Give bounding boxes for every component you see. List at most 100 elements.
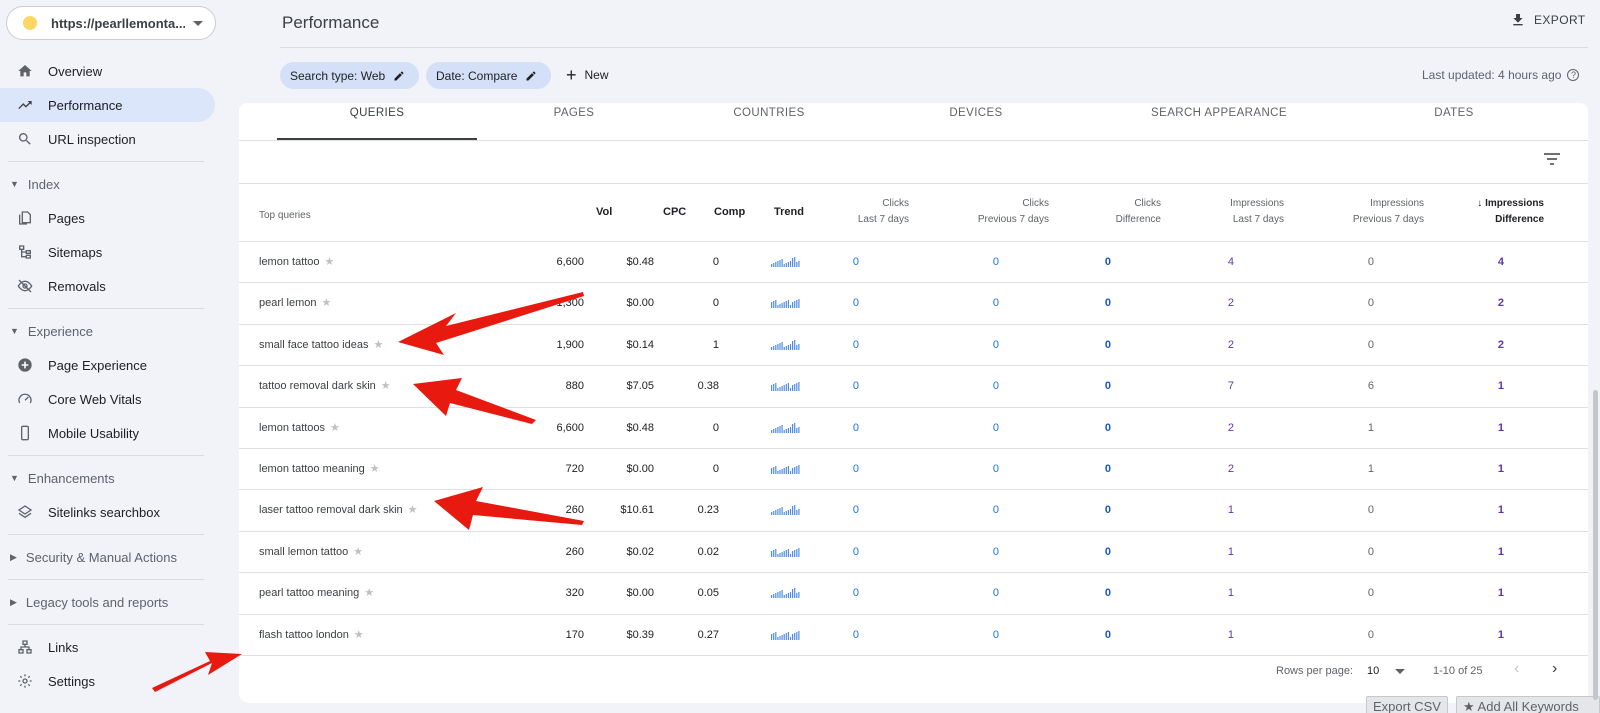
- col-header-impressions-previous[interactable]: Impressions Previous 7 days: [1314, 196, 1424, 228]
- sidebar-item-label: Overview: [48, 63, 103, 79]
- star-icon[interactable]: ★: [381, 380, 391, 392]
- cell-cl: 0: [852, 628, 859, 641]
- table-row[interactable]: pearl tattoo meaning ★ 320 $0.00 0.05 0 0 0 1 0 1: [239, 573, 1588, 615]
- star-icon[interactable]: ★: [354, 629, 364, 641]
- star-icon[interactable]: ★: [373, 339, 383, 351]
- col-header-comp[interactable]: Comp: [714, 204, 745, 220]
- cell-cp: 0: [992, 587, 999, 600]
- col-header-text: Impressions: [1485, 198, 1544, 209]
- sidebar-item-label: Core Web Vitals: [48, 391, 142, 407]
- sidebar-item-mobile-usability[interactable]: Mobile Usability: [0, 416, 215, 450]
- chevron-left-icon[interactable]: ‹: [1514, 660, 1519, 678]
- speed-gauge-icon: [16, 390, 34, 408]
- export-csv-button[interactable]: Export CSV: [1366, 696, 1448, 713]
- sidebar-item-removals[interactable]: Removals: [0, 269, 215, 303]
- section-experience[interactable]: ▼ Experience: [0, 314, 220, 348]
- query-cell[interactable]: lemon tattoos ★: [259, 408, 340, 449]
- cell-id: 1: [1497, 462, 1504, 475]
- star-icon[interactable]: ★: [364, 587, 374, 599]
- col-header-cpc[interactable]: CPC: [663, 204, 686, 220]
- star-icon[interactable]: ★: [330, 422, 340, 434]
- col-header-query[interactable]: Top queries: [259, 208, 311, 224]
- sidebar-item-sitelinks-searchbox[interactable]: Sitelinks searchbox: [0, 495, 215, 529]
- cell-cp: 0: [992, 628, 999, 641]
- table-row[interactable]: small lemon tattoo ★ 260 $0.02 0.02 0 0 0 1 0 1: [239, 532, 1588, 574]
- section-label: Enhancements: [27, 470, 115, 486]
- tab-search-appearance[interactable]: SEARCH APPEARANCE: [1119, 107, 1319, 119]
- section-security[interactable]: ▶ Security & Manual Actions: [0, 540, 220, 574]
- sidebar-item-sitemaps[interactable]: Sitemaps: [0, 235, 215, 269]
- table-row[interactable]: flash tattoo london ★ 170 $0.39 0.27 0 0 0 1 0 1: [239, 615, 1588, 656]
- sidebar-item-overview[interactable]: Overview: [0, 54, 215, 88]
- col-header-impressions-difference[interactable]: ↓ Impressions Difference: [1434, 196, 1544, 228]
- table-row[interactable]: laser tattoo removal dark skin ★ 260 $10.61…: [239, 490, 1588, 532]
- star-icon[interactable]: ★: [370, 463, 380, 475]
- col-header-clicks-last[interactable]: Clicks Last 7 days: [799, 196, 909, 228]
- cell-cp: 0: [992, 462, 999, 475]
- sidebar-item-page-experience[interactable]: Page Experience: [0, 348, 215, 382]
- sidebar-item-performance[interactable]: Performance: [0, 88, 215, 122]
- last-updated-text: Last updated: 4 hours ago: [1422, 68, 1562, 82]
- query-cell[interactable]: small face tattoo ideas ★: [259, 325, 383, 366]
- filter-chip-search-type[interactable]: Search type: Web: [280, 62, 419, 89]
- table-row[interactable]: lemon tattoos ★ 6,600 $0.48 0 0 0 0 2 1 1: [239, 408, 1588, 449]
- star-icon[interactable]: ★: [408, 504, 418, 516]
- sidebar-item-pages[interactable]: Pages: [0, 201, 215, 235]
- new-label: New: [584, 68, 609, 82]
- cell-ip: 0: [1367, 256, 1374, 268]
- col-header-clicks-previous[interactable]: Clicks Previous 7 days: [939, 196, 1049, 228]
- divider: [239, 140, 1588, 141]
- sidebar-item-label: Pages: [48, 210, 85, 226]
- sidebar-item-links[interactable]: Links: [0, 630, 215, 664]
- table-row[interactable]: lemon tattoo meaning ★ 720 $0.00 0 0 0 0 2 1 1: [239, 449, 1588, 491]
- table-row[interactable]: small face tattoo ideas ★ 1,900 $0.14 1 0 0 0 2 0…: [239, 325, 1588, 367]
- col-header-vol[interactable]: Vol: [596, 204, 612, 220]
- property-selector[interactable]: https://pearllemonta...: [6, 6, 216, 40]
- trend-sparkline-icon: [771, 299, 800, 309]
- add-all-keywords-button[interactable]: ★ Add All Keywords: [1456, 696, 1600, 713]
- trending-up-icon: [16, 96, 34, 114]
- table-row[interactable]: lemon tattoo ★ 6,600 $0.48 0 0 0 0 4 0 4: [239, 242, 1588, 284]
- tab-queries[interactable]: QUERIES: [277, 107, 477, 119]
- query-cell[interactable]: pearl tattoo meaning ★: [259, 573, 374, 614]
- star-icon[interactable]: ★: [321, 297, 331, 309]
- star-icon[interactable]: ★: [353, 546, 363, 558]
- query-cell[interactable]: pearl lemon ★: [259, 283, 331, 324]
- section-legacy[interactable]: ▶ Legacy tools and reports: [0, 585, 220, 619]
- filter-rows-icon[interactable]: [1544, 153, 1560, 165]
- divider: [8, 579, 204, 580]
- help-icon[interactable]: ?: [1567, 69, 1580, 81]
- sidebar-item-url-inspection[interactable]: URL inspection: [0, 122, 215, 156]
- tab-devices[interactable]: DEVICES: [911, 107, 1041, 119]
- chevron-right-icon[interactable]: ›: [1552, 660, 1557, 678]
- col-header-impressions-last[interactable]: Impressions Last 7 days: [1174, 196, 1284, 228]
- col-header-line: Clicks: [1134, 198, 1161, 209]
- table-row[interactable]: tattoo removal dark skin ★ 880 $7.05 0.38 0 0 0…: [239, 366, 1588, 408]
- col-header-line: Impressions: [1230, 198, 1284, 209]
- query-cell[interactable]: flash tattoo london ★: [259, 615, 364, 656]
- new-filter-button[interactable]: + New: [566, 66, 609, 84]
- sidebar-item-settings[interactable]: Settings: [0, 664, 215, 698]
- export-button[interactable]: EXPORT: [1510, 12, 1586, 28]
- tab-pages[interactable]: PAGES: [509, 107, 639, 119]
- section-enhancements[interactable]: ▼ Enhancements: [0, 461, 220, 495]
- query-cell[interactable]: lemon tattoo ★: [259, 242, 334, 283]
- section-index[interactable]: ▼ Index: [0, 167, 220, 201]
- filter-chip-date[interactable]: Date: Compare: [426, 62, 551, 89]
- scrollbar[interactable]: [1593, 390, 1598, 700]
- query-cell[interactable]: lemon tattoo meaning ★: [259, 449, 380, 490]
- cell-id: 4: [1497, 256, 1504, 268]
- tab-dates[interactable]: DATES: [1379, 107, 1529, 119]
- sidebar-item-core-web-vitals[interactable]: Core Web Vitals: [0, 382, 215, 416]
- table-row[interactable]: pearl lemon ★ 1,300 $0.00 0 0 0 0 2 0 2: [239, 283, 1588, 325]
- query-cell[interactable]: laser tattoo removal dark skin ★: [259, 490, 418, 531]
- col-header-clicks-difference[interactable]: Clicks Difference: [1051, 196, 1161, 228]
- tab-countries[interactable]: COUNTRIES: [694, 107, 844, 119]
- chevron-down-icon[interactable]: [1395, 669, 1405, 674]
- sidebar-item-label: Mobile Usability: [48, 425, 140, 441]
- query-cell[interactable]: small lemon tattoo ★: [259, 532, 363, 573]
- rows-per-page-select[interactable]: 10: [1367, 665, 1379, 677]
- query-cell[interactable]: tattoo removal dark skin ★: [259, 366, 391, 407]
- star-icon[interactable]: ★: [325, 256, 335, 268]
- cell-vol: 260: [565, 504, 584, 517]
